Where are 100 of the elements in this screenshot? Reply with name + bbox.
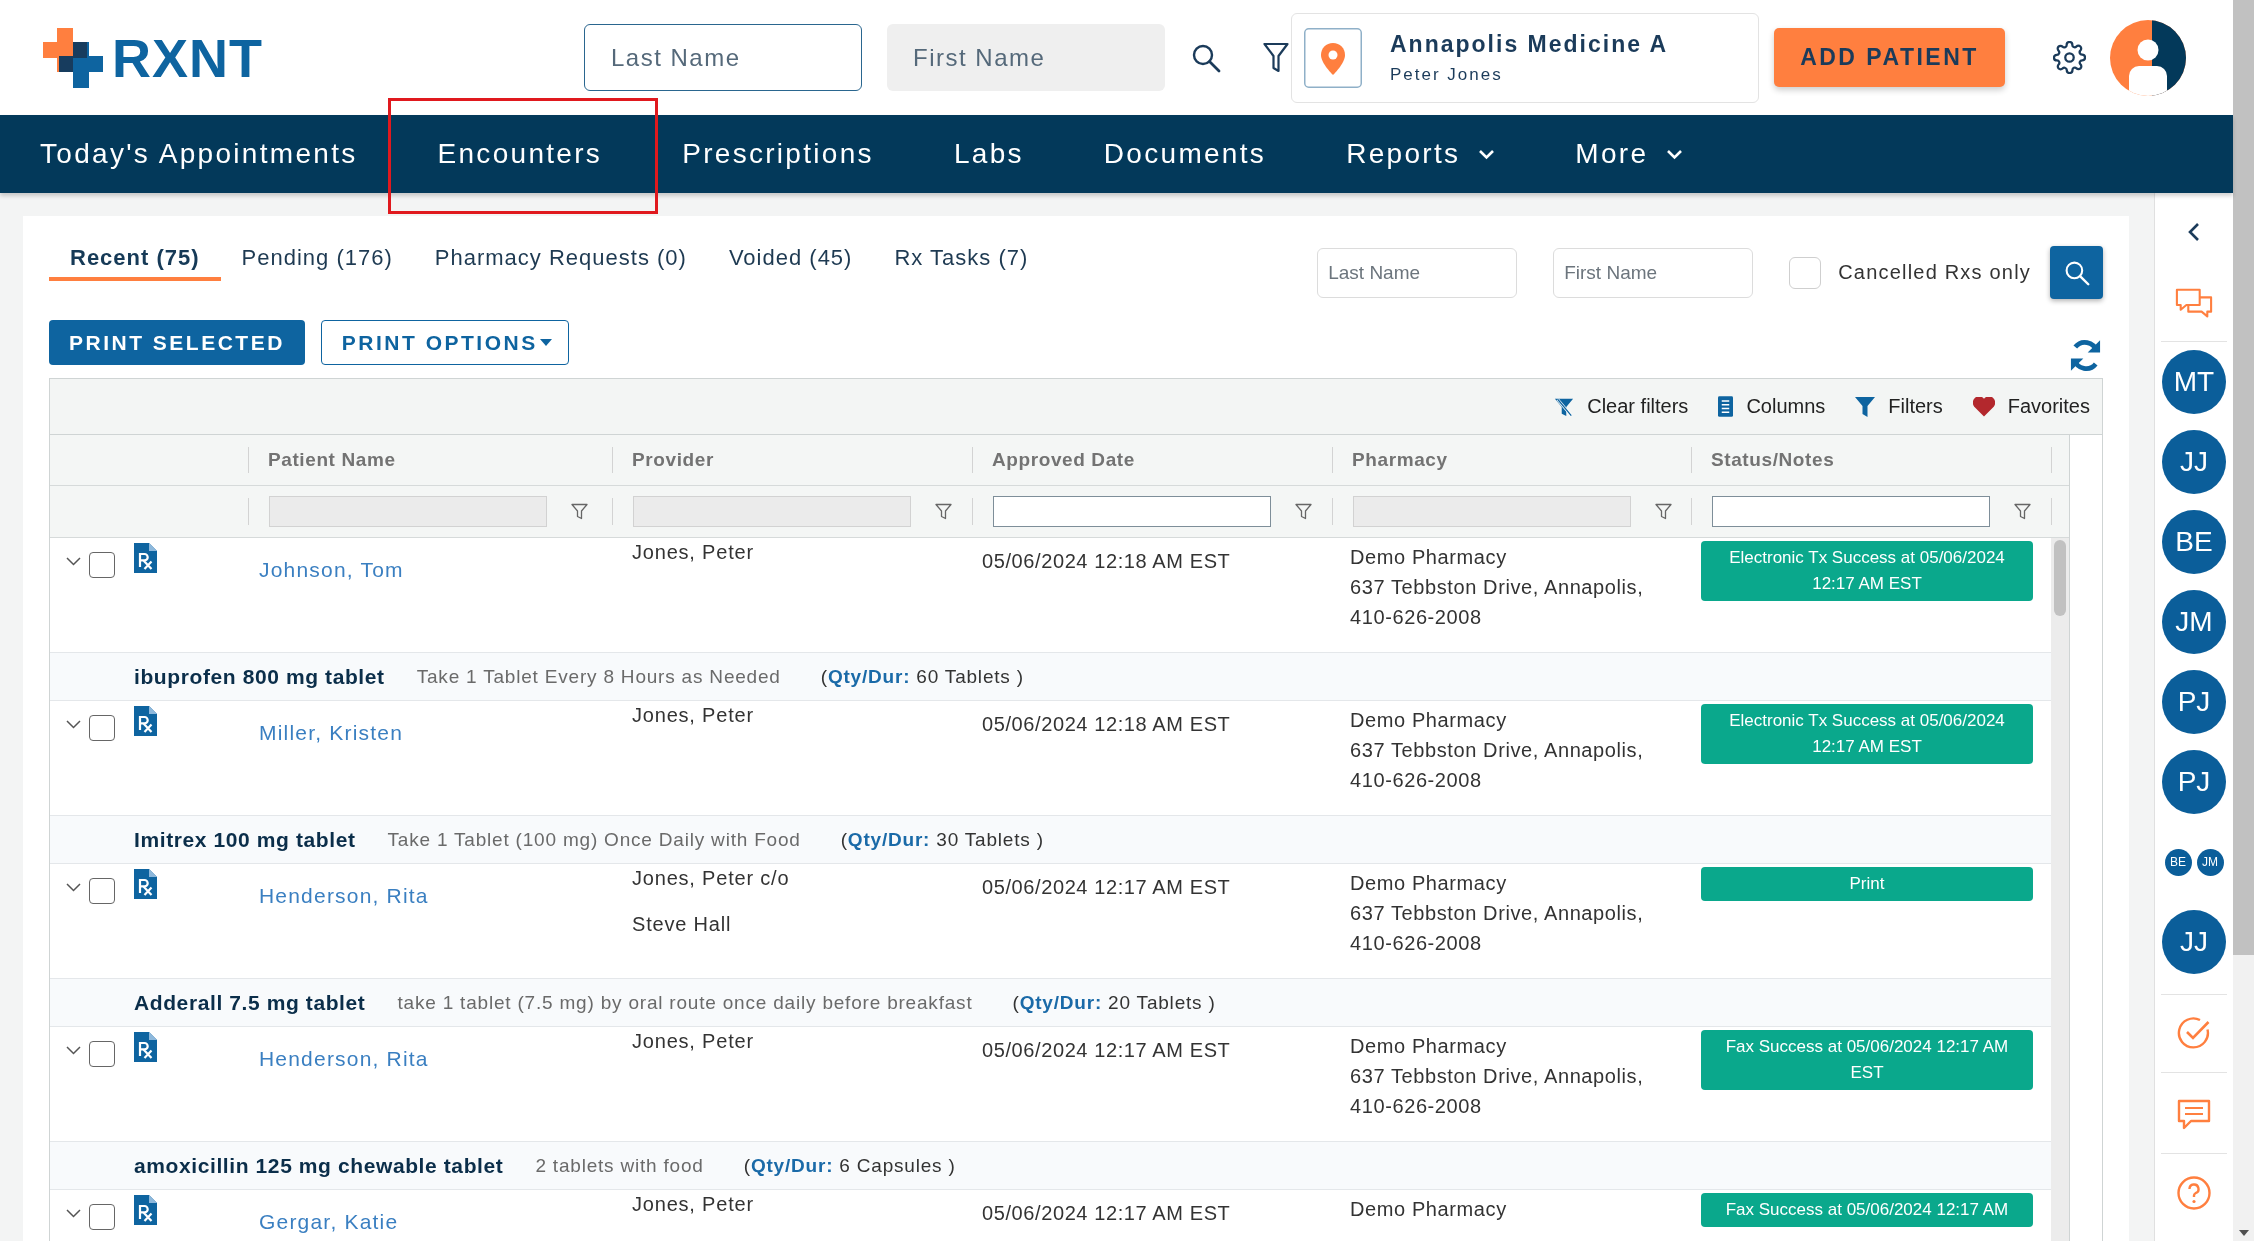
drug-instructions: take 1 tablet (7.5 mg) by oral route once daily before breakfast — [397, 991, 973, 1014]
columns-icon — [1718, 396, 1734, 417]
user-initials-avatar[interactable]: JM — [2162, 590, 2226, 654]
pharmacy-text: Demo Pharmacy — [1350, 1197, 1507, 1222]
tab[interactable]: Voided (45) — [707, 235, 874, 281]
filter-icon[interactable] — [1295, 503, 1312, 520]
drug-instructions: Take 1 Tablet (100 mg) Once Daily with Food — [387, 828, 801, 851]
provider-name: Jones, Peter — [632, 703, 754, 727]
scroll-down-arrow-icon[interactable] — [2238, 1230, 2249, 1236]
location-card[interactable]: Annapolis Medicine A Peter Jones — [1291, 12, 1759, 103]
status-badge: Print — [1701, 867, 2033, 901]
tab[interactable]: Pending (176) — [220, 235, 414, 281]
column-header[interactable]: Patient Name — [248, 435, 612, 485]
pharmacy-text: 637 Tebbston Drive, Annapolis, — [1350, 738, 1644, 763]
check-circle-icon[interactable] — [2177, 1016, 2211, 1050]
filter-icon[interactable] — [571, 503, 588, 520]
user-initials-avatar[interactable]: BE — [2164, 848, 2192, 876]
first-name-field[interactable]: First Name — [1553, 247, 1754, 298]
settings-icon[interactable] — [2053, 41, 2086, 74]
location-name: Annapolis Medicine A — [1390, 29, 1669, 58]
tab[interactable]: Rx Tasks (7) — [873, 235, 1050, 281]
status-badge: Electronic Tx Success at 05/06/2024 12:17 AM EST — [1701, 704, 2033, 764]
column-filter-field[interactable] — [993, 496, 1271, 527]
scrollbar-track[interactable] — [2051, 538, 2069, 1241]
column-header[interactable]: Pharmacy — [1332, 435, 1691, 485]
scrollbar-track[interactable] — [2233, 0, 2254, 1241]
nav-menu-item[interactable]: Encounters — [397, 115, 643, 193]
row-checkbox[interactable] — [89, 715, 115, 741]
chevron-down-icon[interactable] — [66, 883, 81, 892]
nav-menu-item[interactable]: Prescriptions — [642, 115, 914, 193]
user-initials-avatar[interactable]: JM — [2196, 848, 2224, 876]
column-header[interactable]: Approved Date — [972, 435, 1332, 485]
chevron-down-icon[interactable] — [66, 1209, 81, 1218]
columns-button[interactable]: Columns — [1718, 395, 1826, 418]
scrollbar-thumb[interactable] — [2054, 540, 2066, 616]
filter-icon[interactable] — [1263, 41, 1289, 74]
refresh-icon[interactable] — [2068, 338, 2103, 373]
caret-down-icon — [539, 339, 552, 346]
filter-icon[interactable] — [935, 503, 952, 520]
chevron-down-icon[interactable] — [66, 720, 81, 729]
user-initials-avatar[interactable]: BE — [2162, 510, 2226, 574]
patient-name-link[interactable]: Henderson, Rita — [259, 884, 429, 907]
chevron-down-icon[interactable] — [66, 557, 81, 566]
tab[interactable]: Pharmacy Requests (0) — [413, 235, 708, 281]
first-name-field[interactable]: First Name — [887, 24, 1165, 91]
filter-icon[interactable] — [2014, 503, 2031, 520]
column-filter-field[interactable] — [1712, 496, 1990, 527]
nav-menu-item[interactable]: More — [1535, 115, 1724, 193]
filter-icon[interactable] — [1655, 503, 1672, 520]
user-initials-avatar[interactable]: MT — [2162, 350, 2226, 414]
print-options-button[interactable]: PRINT OPTIONS — [320, 320, 569, 365]
nav-menu-item[interactable]: Reports — [1306, 115, 1536, 193]
tab[interactable]: Recent (75) — [49, 235, 221, 281]
user-initials-avatar[interactable]: PJ — [2162, 670, 2226, 734]
pharmacy-text: 410-626-2008 — [1350, 931, 1482, 956]
pharmacy-text: Demo Pharmacy — [1350, 708, 1507, 733]
nav-menu-item[interactable]: Today's Appointments — [0, 115, 398, 193]
patient-name-link[interactable]: Gergar, Katie — [259, 1210, 399, 1233]
chevron-down-icon[interactable] — [66, 1046, 81, 1055]
approved-date: 05/06/2024 12:18 AM EST — [982, 550, 1231, 572]
pharmacy-text: Demo Pharmacy — [1350, 1034, 1507, 1059]
drug-name: amoxicillin 125 mg chewable tablet — [134, 1153, 504, 1178]
row-checkbox[interactable] — [89, 878, 115, 904]
quantity-duration: (Qty/Dur: 30 Tablets ) — [840, 828, 1044, 851]
scrollbar-thumb[interactable] — [2233, 0, 2254, 955]
nav-menu-item[interactable]: Documents — [1063, 115, 1307, 193]
search-icon[interactable] — [1191, 42, 1221, 73]
nav-menu-item[interactable]: Labs — [913, 115, 1064, 193]
heart-icon — [1972, 396, 1995, 417]
logo-text: RXNT — [112, 30, 263, 85]
row-checkbox[interactable] — [89, 1041, 115, 1067]
search-button[interactable] — [2050, 246, 2103, 299]
clear-filters-button[interactable]: Clear filters — [1554, 395, 1689, 418]
provider-name: Jones, Peter — [632, 1192, 754, 1216]
favorites-button[interactable]: Favorites — [1972, 395, 2090, 418]
prescription-icon — [134, 1032, 157, 1062]
column-header[interactable]: Status/Notes — [1691, 435, 2051, 485]
row-checkbox[interactable] — [89, 552, 115, 578]
user-initials-avatar[interactable]: JJ — [2162, 910, 2226, 974]
approved-date: 05/06/2024 12:17 AM EST — [982, 1039, 1231, 1061]
quantity-duration: (Qty/Dur: 60 Tablets ) — [820, 665, 1024, 688]
patient-name-link[interactable]: Johnson, Tom — [259, 558, 404, 581]
chevron-left-icon[interactable] — [2188, 222, 2200, 242]
search-icon — [2063, 259, 2090, 286]
provider-name: Jones, Peter — [632, 540, 754, 564]
pharmacy-text: 637 Tebbston Drive, Annapolis, — [1350, 575, 1644, 600]
column-header[interactable]: Provider — [612, 435, 972, 485]
add-patient-button[interactable]: ADD PATIENT — [1774, 28, 2005, 87]
last-name-field[interactable]: Last Name — [584, 24, 862, 91]
print-selected-button[interactable]: PRINT SELECTED — [49, 320, 305, 365]
row-checkbox[interactable] — [89, 1204, 115, 1230]
filters-button[interactable]: Filters — [1855, 395, 1943, 418]
patient-name-link[interactable]: Henderson, Rita — [259, 1047, 429, 1070]
user-initials-avatar[interactable]: JJ — [2162, 430, 2226, 494]
status-badge: Fax Success at 05/06/2024 12:17 AM EST — [1701, 1030, 2033, 1090]
cancelled-checkbox[interactable] — [1789, 256, 1822, 289]
user-initials-avatar[interactable]: PJ — [2162, 750, 2226, 814]
patient-name-link[interactable]: Miller, Kristen — [259, 721, 404, 744]
pharmacy-text: 637 Tebbston Drive, Annapolis, — [1350, 1064, 1644, 1089]
quantity-duration: (Qty/Dur: 20 Tablets ) — [1012, 991, 1216, 1014]
